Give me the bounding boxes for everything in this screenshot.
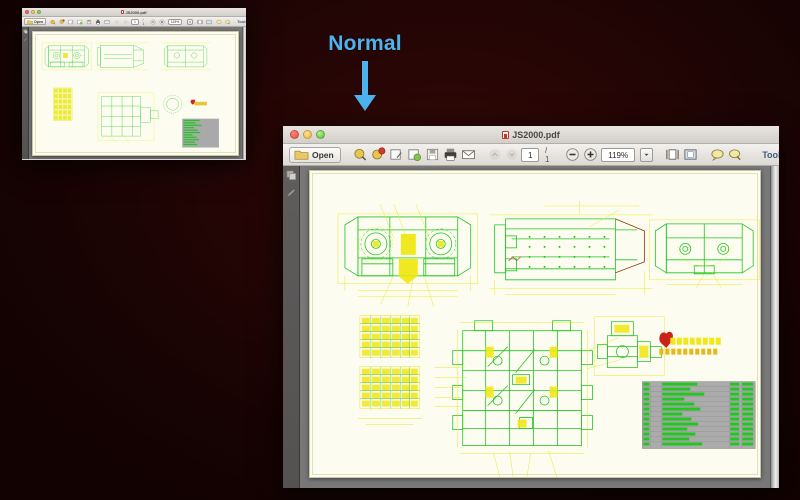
page-number-input[interactable]: 1 — [131, 18, 139, 25]
company-logo — [659, 331, 722, 355]
zoom-dropdown-button[interactable] — [187, 18, 194, 25]
highlighter-icon[interactable] — [728, 147, 743, 162]
save-icon[interactable] — [86, 19, 92, 25]
upload-cloud-icon[interactable] — [77, 19, 83, 25]
document-canvas[interactable] — [300, 166, 770, 488]
window-title-text: JS2000.pdf — [512, 129, 560, 140]
add-note-icon[interactable] — [371, 147, 386, 162]
tools-menu[interactable]: Tools — [755, 150, 779, 160]
markup-icon[interactable] — [68, 19, 74, 25]
page-total-label: / 1 — [545, 145, 550, 164]
fit-width-icon[interactable] — [197, 19, 203, 25]
annotation-tools-small[interactable] — [50, 18, 110, 25]
vertical-scrollbar-small[interactable] — [242, 27, 246, 159]
comment-bubble-icon[interactable] — [216, 19, 222, 25]
toolbar[interactable]: Open 1 / 1 119% Too — [283, 144, 779, 166]
zoom-controls-small[interactable]: 119% — [150, 18, 194, 25]
print-icon[interactable] — [95, 19, 101, 25]
thumbnails-panel-icon[interactable] — [22, 29, 28, 34]
comment-tools[interactable] — [710, 147, 743, 162]
chevron-down-icon — [644, 153, 649, 157]
pdf-page-small — [32, 31, 239, 157]
left-sidebar-small[interactable] — [22, 27, 29, 159]
logo-small — [190, 99, 208, 106]
vertical-scrollbar[interactable] — [770, 166, 779, 488]
document-canvas-small[interactable] — [29, 27, 242, 159]
fit-width-icon[interactable] — [665, 147, 680, 162]
annotation-normal: Normal — [305, 33, 425, 111]
view-mode-controls[interactable] — [665, 147, 698, 162]
email-icon[interactable] — [461, 147, 476, 162]
add-note-icon[interactable] — [59, 18, 65, 25]
markup-tool-icon[interactable] — [23, 37, 28, 42]
open-button[interactable]: Open — [289, 146, 341, 163]
folder-icon — [294, 150, 309, 160]
grid-plate-upper — [360, 315, 421, 358]
left-sidebar[interactable] — [283, 166, 300, 488]
page-navigation[interactable]: 1 / 1 — [488, 146, 553, 164]
highlight-icon[interactable] — [50, 19, 56, 25]
plus-circle-icon[interactable] — [159, 19, 165, 25]
thumbnails-panel-icon[interactable] — [286, 170, 297, 181]
cad-drawing — [338, 200, 760, 478]
cad-drawing-small — [42, 42, 220, 148]
highlight-icon[interactable] — [353, 147, 368, 162]
zoom-level-input[interactable]: 119% — [168, 18, 183, 25]
pdf-page — [309, 170, 761, 479]
comment-bubble-icon[interactable] — [710, 147, 725, 162]
print-icon[interactable] — [443, 147, 458, 162]
fit-page-icon[interactable] — [206, 19, 212, 25]
parts-list-table — [642, 381, 756, 449]
open-label: Open — [312, 149, 334, 160]
toolbar-small[interactable]: Open 1 / 1 119% Tool — [22, 17, 246, 27]
chevron-up-icon[interactable] — [488, 147, 502, 162]
titlebar[interactable]: JS2000.pdf — [283, 126, 779, 144]
chevron-down-icon[interactable] — [123, 19, 128, 25]
chevron-down-icon — [188, 21, 192, 23]
highlighter-icon[interactable] — [225, 19, 231, 25]
annotation-label: Normal — [328, 32, 402, 55]
page-nav-small[interactable]: 1 / 1 — [114, 18, 146, 26]
chevron-down-icon[interactable] — [505, 147, 519, 162]
zoom-level-input[interactable]: 119% — [601, 147, 636, 162]
pdf-file-icon — [121, 10, 125, 14]
save-icon[interactable] — [425, 147, 440, 162]
email-icon[interactable] — [104, 19, 110, 25]
comment-tools-small[interactable] — [216, 19, 231, 25]
grid-plate-lower — [360, 366, 421, 409]
zoom-controls[interactable]: 119% — [565, 147, 654, 162]
titlebar-small[interactable]: JS2000.pdf — [22, 8, 246, 17]
upload-cloud-icon[interactable] — [407, 147, 422, 162]
zoom-dropdown-button[interactable] — [640, 147, 654, 162]
down-arrow-icon — [354, 61, 376, 111]
annotation-tools[interactable] — [353, 147, 476, 162]
view-modes-small[interactable] — [197, 19, 212, 25]
page-number-input[interactable]: 1 — [521, 147, 539, 162]
window-title: JS2000.pdf — [283, 130, 779, 140]
plus-circle-icon[interactable] — [583, 147, 598, 162]
page-total-label: / 1 — [142, 17, 145, 26]
window-body-small — [22, 27, 246, 159]
folder-icon — [27, 19, 33, 24]
pdf-window-small[interactable]: JS2000.pdf Open 1 / 1 119% Tool — [22, 8, 246, 160]
pdf-window-main[interactable]: JS2000.pdf Open 1 / 1 119% Too — [283, 126, 779, 488]
window-title-text: JS2000.pdf — [125, 9, 147, 15]
chevron-up-icon[interactable] — [114, 19, 119, 25]
minus-circle-icon[interactable] — [150, 19, 156, 25]
minus-circle-icon[interactable] — [565, 147, 580, 162]
window-body — [283, 166, 779, 488]
tools-menu-small[interactable]: Tools — [235, 19, 246, 24]
fit-page-icon[interactable] — [683, 147, 698, 162]
window-title-small: JS2000.pdf — [22, 10, 246, 15]
pdf-file-icon — [502, 130, 510, 139]
markup-icon[interactable] — [389, 147, 404, 162]
open-button-small[interactable]: Open — [24, 18, 47, 25]
open-label: Open — [34, 19, 44, 24]
markup-tool-icon[interactable] — [286, 187, 297, 198]
